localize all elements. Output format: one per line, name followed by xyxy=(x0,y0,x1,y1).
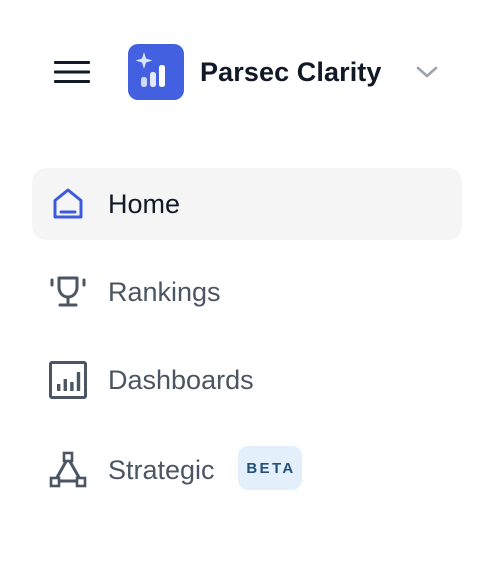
sidebar-item-rankings[interactable]: Rankings xyxy=(32,256,462,328)
dashboard-chart-icon xyxy=(48,360,88,400)
strategy-nodes-icon xyxy=(48,450,88,490)
app-name[interactable]: Parsec Clarity xyxy=(200,52,382,92)
trophy-icon xyxy=(48,272,88,312)
beta-badge: BETA xyxy=(238,446,302,490)
sidebar-item-label: Strategic xyxy=(108,455,215,485)
menu-button[interactable] xyxy=(48,52,96,92)
sidebar-item-strategic[interactable]: Strategic BETA xyxy=(32,434,462,506)
sidebar-item-home[interactable]: Home xyxy=(32,168,462,240)
sidebar: Parsec Clarity Home Rankings Dashboards … xyxy=(0,0,492,574)
hamburger-menu-icon xyxy=(54,61,90,83)
sidebar-header: Parsec Clarity xyxy=(0,0,492,140)
chevron-down-icon xyxy=(416,66,438,78)
sparkle-bar-chart-icon xyxy=(135,52,165,87)
sidebar-item-dashboards[interactable]: Dashboards xyxy=(32,344,462,416)
sidebar-item-label: Home xyxy=(108,189,181,219)
sidebar-item-label: Rankings xyxy=(108,277,221,307)
app-switcher-button[interactable] xyxy=(410,56,444,88)
home-icon xyxy=(48,184,88,224)
app-logo[interactable] xyxy=(128,44,184,100)
sidebar-item-label: Dashboards xyxy=(108,365,254,395)
